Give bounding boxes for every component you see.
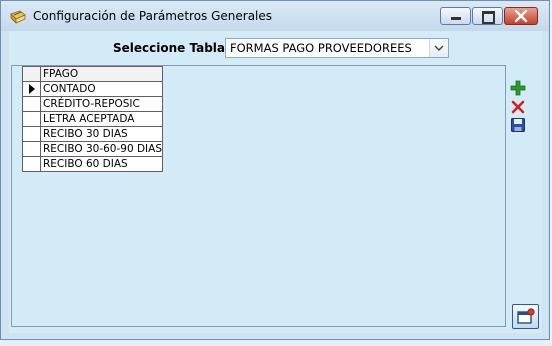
minimize-button[interactable] [440, 7, 471, 25]
minimize-icon [451, 17, 461, 20]
column-header-fpago[interactable]: FPAGO [39, 66, 164, 82]
close-icon [514, 9, 528, 23]
dropdown-button[interactable] [429, 39, 448, 57]
exit-button[interactable] [512, 304, 539, 329]
grid-cell[interactable]: LETRA ACEPTADA [39, 111, 164, 127]
close-button[interactable] [504, 7, 538, 25]
exit-icon [517, 308, 535, 324]
title-bar[interactable]: Configuración de Parámetros Generales [1, 1, 549, 31]
maximize-icon [482, 11, 495, 24]
row-indicator-header [22, 66, 41, 82]
chevron-down-icon [434, 45, 444, 51]
save-icon[interactable] [510, 117, 526, 133]
table-row[interactable]: CONTADO [22, 81, 164, 97]
data-grid: FPAGO CONTADO CRÉDITO-REPOSIC LETRA ACEP… [22, 66, 164, 172]
row-indicator[interactable] [22, 126, 41, 142]
table-row[interactable]: RECIBO 30 DIAS [22, 126, 164, 142]
config-window: Configuración de Parámetros Generales Se… [0, 0, 550, 340]
table-row[interactable]: LETRA ACEPTADA [22, 111, 164, 127]
grid-header-row: FPAGO [22, 66, 164, 82]
bottom-strip [0, 340, 552, 346]
row-indicator[interactable] [22, 156, 41, 172]
grid-cell[interactable]: RECIBO 60 DIAS [39, 156, 164, 172]
table-row[interactable]: CRÉDITO-REPOSIC [22, 96, 164, 112]
window-title: Configuración de Parámetros Generales [33, 9, 273, 23]
delete-icon[interactable] [510, 99, 526, 115]
row-indicator[interactable] [22, 81, 41, 97]
row-indicator[interactable] [22, 96, 41, 112]
table-select[interactable]: FORMAS PAGO PROVEEDOREES [225, 38, 449, 58]
grid-cell[interactable]: RECIBO 30-60-90 DIAS [39, 141, 164, 157]
grid-cell[interactable]: CRÉDITO-REPOSIC [39, 96, 164, 112]
table-row[interactable]: RECIBO 60 DIAS [22, 156, 164, 172]
data-grid-area: FPAGO CONTADO CRÉDITO-REPOSIC LETRA ACEP… [11, 65, 506, 327]
row-indicator[interactable] [22, 141, 41, 157]
table-row[interactable]: RECIBO 30-60-90 DIAS [22, 141, 164, 157]
grid-cell[interactable]: RECIBO 30 DIAS [39, 126, 164, 142]
grid-cell[interactable]: CONTADO [39, 81, 164, 97]
client-area: Seleccione Tabla: FORMAS PAGO PROVEEDORE… [9, 31, 542, 333]
maximize-button[interactable] [472, 7, 503, 25]
row-indicator[interactable] [22, 111, 41, 127]
current-row-pointer-icon [29, 84, 35, 94]
notebook-pencil-icon [10, 10, 26, 24]
add-icon[interactable] [510, 80, 526, 96]
table-select-label: Seleccione Tabla: [113, 41, 230, 55]
table-select-value: FORMAS PAGO PROVEEDOREES [230, 41, 412, 55]
